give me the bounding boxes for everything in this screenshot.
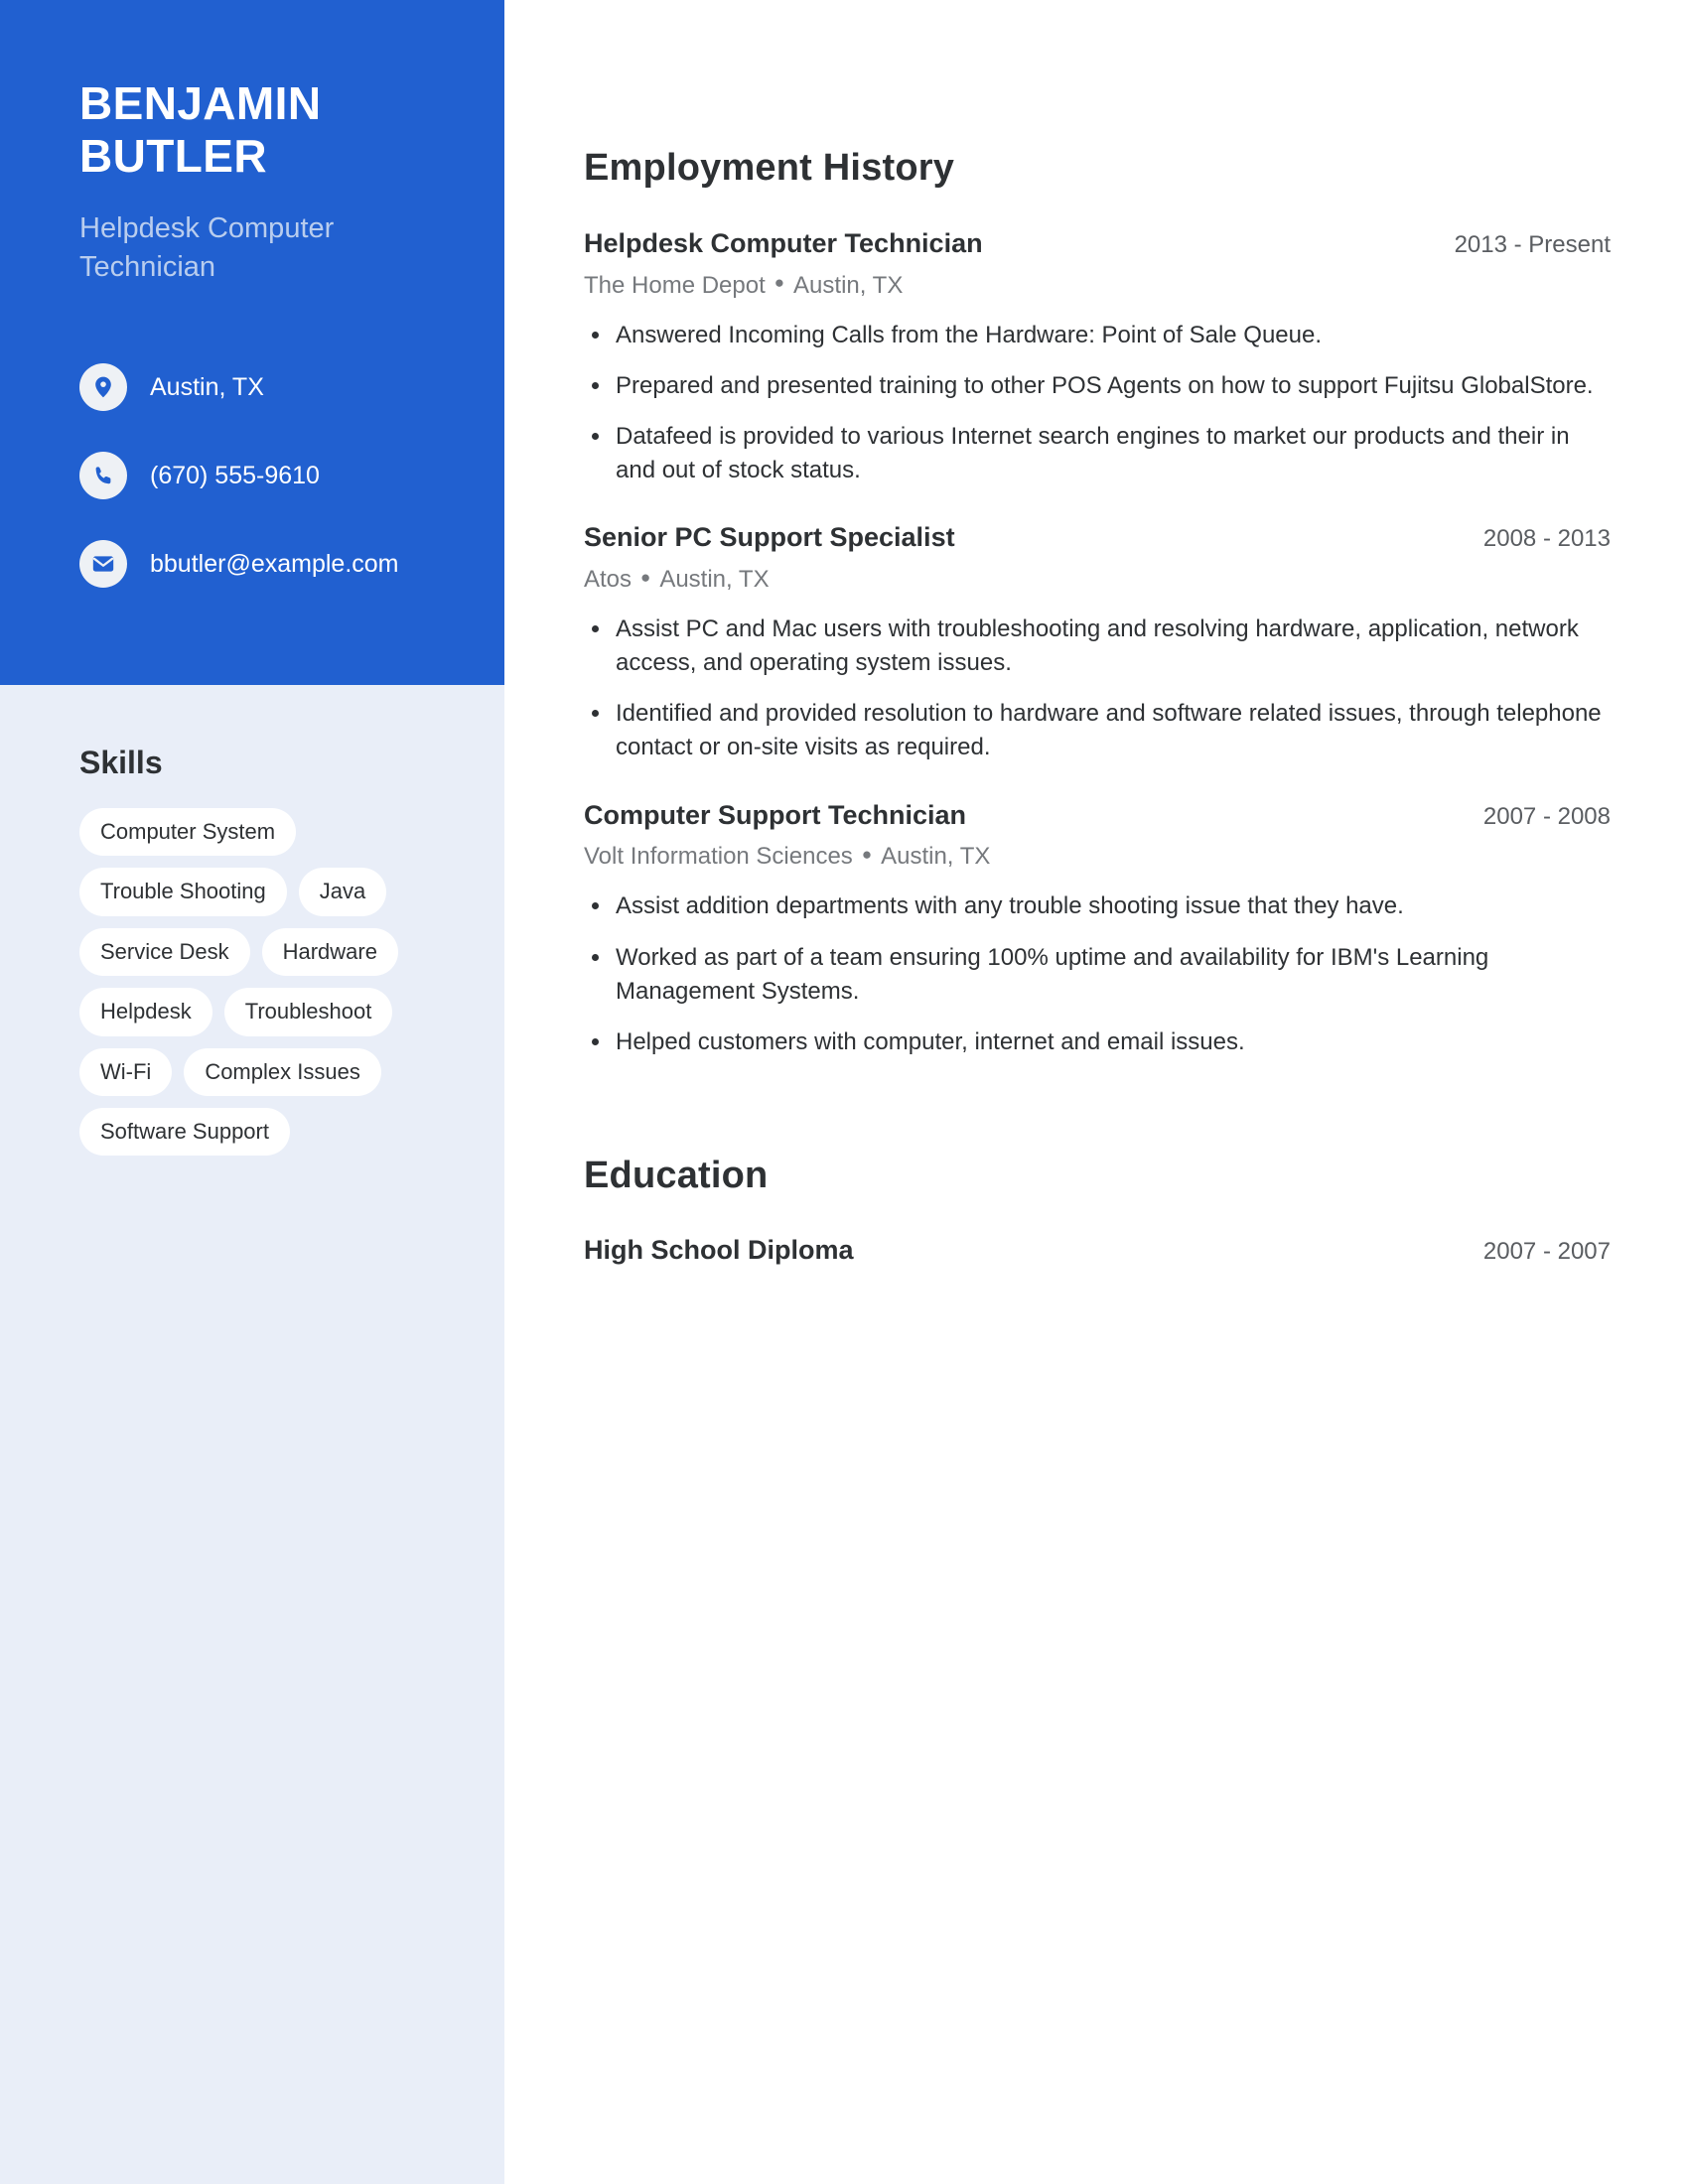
job-entry: Helpdesk Computer Technician 2013 - Pres… — [584, 227, 1611, 487]
skill-tag: Complex Issues — [184, 1047, 381, 1096]
job-location: Austin, TX — [881, 843, 991, 871]
job-dates: 2008 - 2013 — [1482, 525, 1611, 553]
resume-page: BENJAMIN BUTLER Helpdesk Computer Techni… — [0, 0, 1688, 2184]
job-location: Austin, TX — [793, 271, 904, 299]
job-bullet-list: Assist addition departments with any tro… — [584, 889, 1611, 1058]
job-role: Helpdesk Computer Technician — [584, 228, 983, 258]
contact-list: Austin, TX (670) 555-9610 bbutler@exampl… — [79, 363, 425, 589]
job-bullet: Helped customers with computer, internet… — [584, 1025, 1611, 1059]
name-first: BENJAMIN — [79, 77, 322, 129]
job-bullet: Datafeed is provided to various Internet… — [584, 420, 1611, 487]
job-role: Computer Support Technician — [584, 799, 967, 830]
location-pin-icon — [79, 363, 127, 412]
job-bullet: Answered Incoming Calls from the Hardwar… — [584, 319, 1611, 352]
bullet-separator-icon: ● — [861, 844, 873, 864]
skill-tag: Helpdesk — [79, 988, 212, 1036]
skill-tag: Troubleshoot — [223, 988, 393, 1036]
job-dates: 2007 - 2008 — [1482, 802, 1611, 830]
page-title: BENJAMIN BUTLER — [79, 77, 425, 184]
skills-heading: Skills — [79, 745, 163, 780]
contact-item-location: Austin, TX — [79, 363, 425, 412]
contact-email-value: bbutler@example.com — [150, 550, 399, 579]
job-dates: 2013 - Present — [1454, 231, 1611, 258]
name-last: BUTLER — [79, 130, 267, 183]
job-role: Senior PC Support Specialist — [584, 522, 955, 553]
education-entry: High School Diploma 2007 - 2007 — [584, 1235, 1611, 1266]
job-entry: Senior PC Support Specialist 2008 - 2013… — [584, 521, 1611, 764]
job-header: Senior PC Support Specialist 2008 - 2013 — [584, 521, 1611, 555]
education-section: Education High School Diploma 2007 - 200… — [584, 1155, 1611, 1266]
skill-tag: Trouble Shooting — [79, 868, 287, 916]
job-meta: Volt Information Sciences ● Austin, TX — [584, 841, 1611, 872]
skill-tag: Software Support — [79, 1107, 290, 1157]
skill-tag: Computer System — [79, 808, 297, 857]
job-location: Austin, TX — [659, 566, 770, 593]
job-header: Helpdesk Computer Technician 2013 - Pres… — [584, 227, 1611, 261]
education-heading: Education — [584, 1154, 769, 1196]
skill-tag: Wi-Fi — [79, 1047, 173, 1096]
bullet-separator-icon: ● — [640, 567, 651, 587]
job-bullet-list: Assist PC and Mac users with troubleshoo… — [584, 613, 1611, 764]
job-header: Computer Support Technician 2007 - 2008 — [584, 799, 1611, 833]
job-bullet-list: Answered Incoming Calls from the Hardwar… — [584, 319, 1611, 487]
education-degree: High School Diploma — [584, 1234, 854, 1265]
education-dates: 2007 - 2007 — [1482, 1237, 1611, 1265]
job-company: Atos — [584, 566, 633, 593]
skill-tag: Service Desk — [79, 927, 250, 977]
job-bullet: Prepared and presented training to other… — [584, 369, 1611, 403]
headline-job-title: Helpdesk Computer Technician — [79, 211, 335, 283]
job-entry: Computer Support Technician 2007 - 2008 … — [584, 799, 1611, 1059]
skill-tag: Java — [298, 868, 387, 916]
job-bullet: Identified and provided resolution to ha… — [584, 697, 1611, 764]
bullet-separator-icon: ● — [774, 273, 785, 293]
contact-phone-value: (670) 555-9610 — [150, 462, 320, 490]
job-company: Volt Information Sciences — [584, 843, 853, 871]
employment-history-section: Employment History Helpdesk Computer Tec… — [584, 147, 1611, 1059]
job-meta: Atos ● Austin, TX — [584, 564, 1611, 595]
contact-item-phone: (670) 555-9610 — [79, 452, 425, 500]
main-content: Employment History Helpdesk Computer Tec… — [504, 0, 1688, 2184]
sidebar-header: BENJAMIN BUTLER Helpdesk Computer Techni… — [0, 0, 504, 685]
skill-tag: Hardware — [261, 927, 398, 977]
phone-icon — [79, 452, 127, 500]
job-company: The Home Depot — [584, 271, 766, 299]
job-bullet: Assist PC and Mac users with troubleshoo… — [584, 613, 1611, 680]
employment-history-heading: Employment History — [584, 147, 955, 189]
job-bullet: Assist addition departments with any tro… — [584, 889, 1611, 923]
envelope-icon — [79, 540, 127, 589]
contact-location-value: Austin, TX — [150, 373, 264, 402]
skills-section: Skills Computer System Trouble Shooting … — [0, 685, 504, 1157]
skills-tag-list: Computer System Trouble Shooting Java Se… — [79, 808, 425, 1157]
sidebar: BENJAMIN BUTLER Helpdesk Computer Techni… — [0, 0, 504, 2184]
contact-item-email: bbutler@example.com — [79, 540, 425, 589]
job-meta: The Home Depot ● Austin, TX — [584, 270, 1611, 301]
job-bullet: Worked as part of a team ensuring 100% u… — [584, 941, 1611, 1009]
